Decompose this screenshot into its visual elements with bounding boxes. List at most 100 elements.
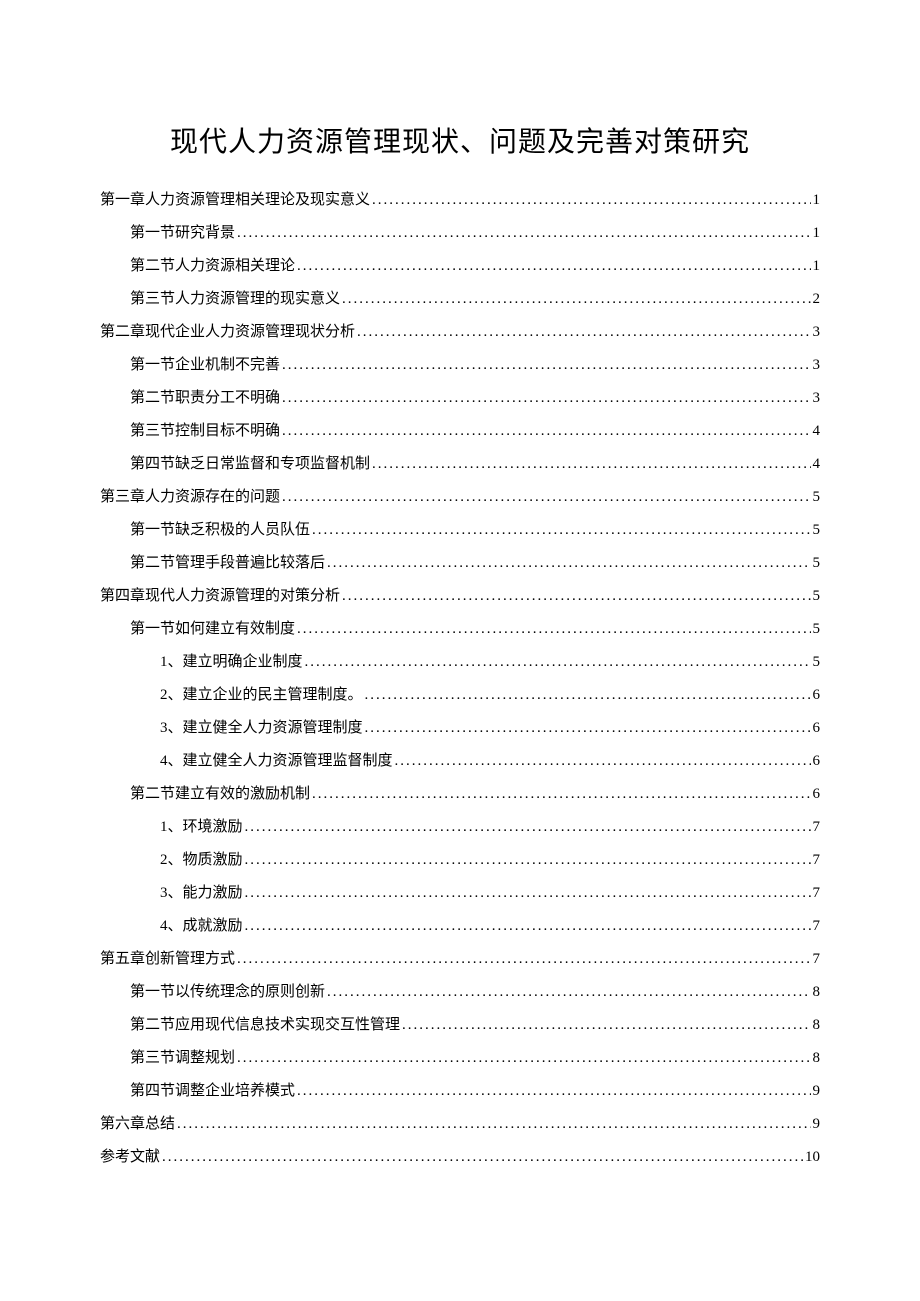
toc-entry: 2、物质激励 7: [100, 844, 820, 877]
toc-leader-dots: [280, 481, 810, 514]
toc-entry-page: 7: [811, 910, 821, 943]
toc-leader-dots: [310, 514, 810, 547]
toc-entry-page: 8: [811, 1009, 821, 1042]
toc-entry-label: 4、建立健全人力资源管理监督制度: [160, 745, 393, 778]
toc-entry-label: 1、建立明确企业制度: [160, 646, 303, 679]
toc-entry: 4、成就激励 7: [100, 910, 820, 943]
toc-entry: 第三节人力资源管理的现实意义 2: [100, 283, 820, 316]
toc-entry-label: 第三节控制目标不明确: [130, 415, 280, 448]
toc-leader-dots: [243, 811, 811, 844]
toc-entry: 第四章现代人力资源管理的对策分析5: [100, 580, 820, 613]
toc-entry: 2、建立企业的民主管理制度。 6: [100, 679, 820, 712]
toc-entry-page: 7: [811, 844, 821, 877]
toc-entry: 第三节控制目标不明确 4: [100, 415, 820, 448]
toc-entry: 3、能力激励 7: [100, 877, 820, 910]
toc-entry-label: 第一章人力资源管理相关理论及现实意义: [100, 184, 370, 217]
toc-entry-page: 2: [811, 283, 821, 316]
toc-entry-label: 第一节研究背景: [130, 217, 235, 250]
toc-entry-page: 5: [811, 613, 821, 646]
toc-entry-page: 6: [811, 679, 821, 712]
toc-entry-page: 5: [811, 514, 821, 547]
toc-entry: 第四节调整企业培养模式9: [100, 1075, 820, 1108]
document-title: 现代人力资源管理现状、问题及完善对策研究: [100, 120, 820, 160]
toc-entry: 第二节管理手段普遍比较落后5: [100, 547, 820, 580]
toc-entry-page: 8: [811, 1042, 821, 1075]
toc-entry: 第二节职责分工不明确3: [100, 382, 820, 415]
toc-entry-label: 2、建立企业的民主管理制度。: [160, 679, 363, 712]
toc-entry-page: 9: [811, 1108, 821, 1141]
toc-entry: 第一节以传统理念的原则创新 8: [100, 976, 820, 1009]
toc-leader-dots: [310, 778, 810, 811]
toc-entry: 第一节研究背景 1: [100, 217, 820, 250]
toc-entry-label: 第二章现代企业人力资源管理现状分析: [100, 316, 355, 349]
toc-entry-page: 6: [811, 745, 821, 778]
toc-entry: 3、建立健全人力资源管理制度6: [100, 712, 820, 745]
toc-entry-page: 10: [803, 1141, 820, 1174]
toc-entry-label: 第三章人力资源存在的问题: [100, 481, 280, 514]
toc-entry-label: 第一节以传统理念的原则创新: [130, 976, 325, 1009]
toc-entry-page: 3: [811, 349, 821, 382]
toc-entry: 参考文献10: [100, 1141, 820, 1174]
toc-entry-label: 第三节人力资源管理的现实意义: [130, 283, 340, 316]
toc-leader-dots: [400, 1009, 810, 1042]
toc-entry-page: 8: [811, 976, 821, 1009]
toc-leader-dots: [235, 1042, 810, 1075]
toc-entry: 第三节调整规划 8: [100, 1042, 820, 1075]
toc-entry: 第四节缺乏日常监督和专项监督机制4: [100, 448, 820, 481]
toc-entry-page: 7: [811, 943, 821, 976]
toc-entry-label: 第二节建立有效的激励机制: [130, 778, 310, 811]
toc-leader-dots: [280, 415, 810, 448]
toc-entry: 第二节人力资源相关理论 1: [100, 250, 820, 283]
toc-entry-page: 1: [811, 250, 821, 283]
toc-entry: 第二节建立有效的激励机制6: [100, 778, 820, 811]
toc-entry-page: 7: [811, 877, 821, 910]
toc-entry-page: 7: [811, 811, 821, 844]
toc-entry: 第二节应用现代信息技术实现交互性管理 8: [100, 1009, 820, 1042]
toc-leader-dots: [363, 712, 811, 745]
toc-entry-label: 第二节职责分工不明确: [130, 382, 280, 415]
toc-entry-label: 第二节人力资源相关理论: [130, 250, 295, 283]
toc-leader-dots: [235, 943, 810, 976]
toc-entry-page: 6: [811, 712, 821, 745]
toc-leader-dots: [340, 283, 810, 316]
toc-entry-page: 4: [811, 415, 821, 448]
toc-entry: 第一节如何建立有效制度 5: [100, 613, 820, 646]
toc-entry-label: 第四章现代人力资源管理的对策分析: [100, 580, 340, 613]
toc-entry-label: 第四节缺乏日常监督和专项监督机制: [130, 448, 370, 481]
toc-leader-dots: [235, 217, 810, 250]
table-of-contents: 第一章人力资源管理相关理论及现实意义1第一节研究背景1第二节人力资源相关理论1第…: [100, 184, 820, 1174]
toc-leader-dots: [175, 1108, 810, 1141]
toc-entry-label: 1、环境激励: [160, 811, 243, 844]
toc-leader-dots: [355, 316, 810, 349]
toc-entry-label: 2、物质激励: [160, 844, 243, 877]
toc-entry-label: 3、能力激励: [160, 877, 243, 910]
toc-leader-dots: [243, 844, 811, 877]
toc-leader-dots: [370, 448, 810, 481]
toc-entry-page: 5: [811, 481, 821, 514]
toc-entry-page: 5: [811, 646, 821, 679]
toc-entry-label: 第一节企业机制不完善: [130, 349, 280, 382]
toc-entry-label: 第一节如何建立有效制度: [130, 613, 295, 646]
toc-leader-dots: [325, 976, 810, 1009]
toc-leader-dots: [295, 250, 810, 283]
toc-entry: 1、环境激励 7: [100, 811, 820, 844]
toc-entry: 4、建立健全人力资源管理监督制度 6: [100, 745, 820, 778]
toc-entry-label: 第四节调整企业培养模式: [130, 1075, 295, 1108]
toc-entry: 第六章总结9: [100, 1108, 820, 1141]
toc-leader-dots: [363, 679, 811, 712]
toc-entry-page: 1: [811, 184, 821, 217]
toc-entry-label: 4、成就激励: [160, 910, 243, 943]
toc-entry-page: 5: [811, 547, 821, 580]
toc-leader-dots: [393, 745, 811, 778]
toc-leader-dots: [280, 349, 810, 382]
toc-entry: 第一章人力资源管理相关理论及现实意义 1: [100, 184, 820, 217]
toc-entry: 第二章现代企业人力资源管理现状分析3: [100, 316, 820, 349]
toc-entry: 第一节缺乏积极的人员队伍5: [100, 514, 820, 547]
toc-leader-dots: [160, 1141, 803, 1174]
toc-leader-dots: [243, 910, 811, 943]
toc-entry-label: 第二节应用现代信息技术实现交互性管理: [130, 1009, 400, 1042]
toc-entry-page: 1: [811, 217, 821, 250]
toc-leader-dots: [340, 580, 810, 613]
toc-leader-dots: [280, 382, 810, 415]
toc-entry-label: 第三节调整规划: [130, 1042, 235, 1075]
